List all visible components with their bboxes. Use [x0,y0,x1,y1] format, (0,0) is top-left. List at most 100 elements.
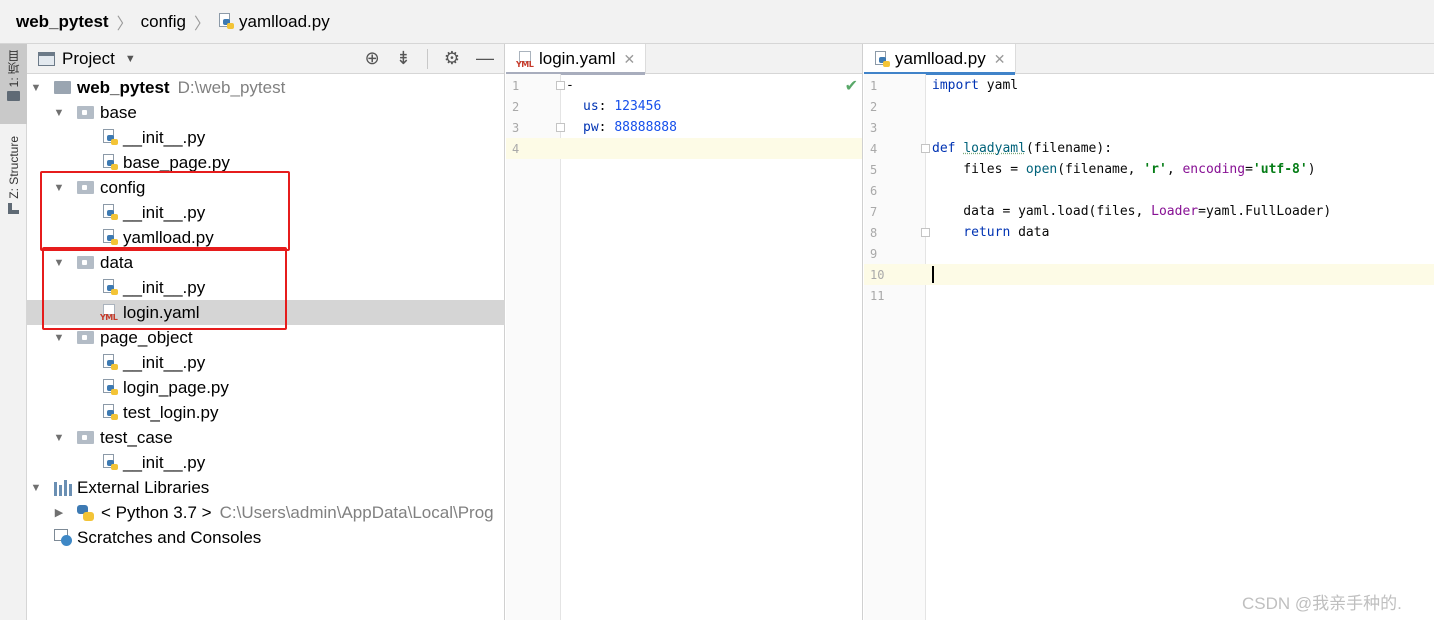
string-literal: 'r' [1143,162,1167,177]
tree-node-data[interactable]: ▼ data [27,250,505,275]
package-folder-icon [77,256,94,269]
tree-node-po-test-login[interactable]: test_login.py [27,400,505,425]
code-line: 2 us: 123456 [512,99,662,114]
package-folder-icon [77,331,94,344]
tree-node-base-init[interactable]: __init__.py [27,125,505,150]
chevron-down-icon[interactable]: ▼ [125,53,136,65]
code-area[interactable]: 1 import yaml 2 3 4 def loadyaml(filenam… [864,74,1434,620]
keyword: import [932,78,979,93]
code-area[interactable]: ✔ 1 - 2 us: 123456 3 pw: 88888888 4 [506,74,862,620]
tree-node-test-case[interactable]: ▼ test_case [27,425,505,450]
code-line: 1 import yaml [864,75,1434,96]
tree-label: login.yaml [123,302,200,322]
expand-arrow-icon[interactable]: ▼ [53,182,65,194]
tree-node-tc-init[interactable]: __init__.py [27,450,505,475]
tree-node-data-init[interactable]: __init__.py [27,275,505,300]
tree-node-python-sdk[interactable]: ▶ < Python 3.7 > C:\Users\admin\AppData\L… [27,500,505,525]
close-icon[interactable]: ✕ [624,51,636,68]
tree-node-config[interactable]: ▼ config [27,175,505,200]
tree-node-config-yamlload[interactable]: yamlload.py [27,225,505,250]
python-file-icon [102,229,118,246]
tab-login-yaml[interactable]: YML login.yaml ✕ [506,44,647,75]
tree-node-root[interactable]: ▼ web_pytest D:\web_pytest [27,75,505,100]
code-text: = [1245,162,1253,177]
python-file-icon [102,354,118,371]
line-number: 4 [870,141,878,156]
code-line-current: 4 [506,138,862,159]
tree-node-scratches[interactable]: Scratches and Consoles [27,525,505,550]
breadcrumb-file-label: yamlload.py [239,11,330,31]
fold-marker-icon[interactable] [921,144,930,153]
tree-node-po-init[interactable]: __init__.py [27,350,505,375]
keyword-argument: Loader [1151,204,1199,219]
python-file-icon [102,129,118,146]
hide-panel-icon[interactable]: — [476,48,494,69]
tree-label: __init__.py [123,277,206,297]
tree-node-base-page[interactable]: base_page.py [27,150,505,175]
python-file-icon [102,404,118,421]
line-number: 6 [870,183,878,198]
function-name: loadyaml [963,141,1026,156]
string-literal: 'utf-8' [1252,162,1308,177]
yaml-key: us [583,99,599,114]
fold-marker-icon[interactable] [556,123,565,132]
gear-icon[interactable]: ⚙ [444,48,460,69]
structure-tool-button[interactable]: Z: Structure [0,136,27,236]
code-line: 6 [864,180,1434,201]
builtin-name: open [1025,162,1058,177]
tree-label: __init__.py [123,352,206,372]
expand-arrow-icon[interactable]: ▼ [53,332,65,344]
expand-arrow-icon[interactable]: ▶ [53,506,65,519]
editor-tab-bar: yamlload.py ✕ [864,44,1434,75]
expand-arrow-icon[interactable]: ▼ [53,257,65,269]
tree-node-config-init[interactable]: __init__.py [27,200,505,225]
tree-label: __init__.py [123,452,206,472]
yaml-key: pw [583,120,599,135]
expand-arrow-icon[interactable]: ▼ [30,82,42,94]
python-file-icon [102,454,118,471]
code-text: data = yaml.load(files, [932,204,1152,219]
line-number: 3 [870,120,878,135]
code-line: 11 [864,285,1434,306]
tab-yamlload-py[interactable]: yamlload.py ✕ [864,44,1017,75]
tree-label: __init__.py [123,127,206,147]
project-tool-button[interactable]: 1: 项目 [0,44,27,124]
tree-node-page-object[interactable]: ▼ page_object [27,325,505,350]
collapse-all-icon[interactable]: ⇟ [396,48,411,69]
breadcrumb-folder[interactable]: config [141,12,186,32]
breadcrumb-project[interactable]: web_pytest [16,12,109,32]
library-icon [54,479,72,496]
fold-marker-icon[interactable] [556,81,565,90]
tree-node-external-libraries[interactable]: ▼ External Libraries [27,475,505,500]
line-number: 2 [512,99,520,114]
yaml-value: 123456 [614,99,662,114]
code-text: , [1166,162,1183,177]
sdk-path: C:\Users\admin\AppData\Local\Prog [219,502,494,522]
expand-arrow-icon[interactable]: ▼ [53,107,65,119]
close-icon[interactable]: ✕ [994,51,1006,68]
editor-yamlload-py: yamlload.py ✕ 1 import yaml 2 3 4 def lo… [864,44,1434,620]
code-line: 3 pw: 88888888 [512,120,677,135]
project-view-title[interactable]: Project [62,49,115,69]
expand-arrow-icon[interactable]: ▼ [53,432,65,444]
line-number: 1 [512,78,520,93]
python-file-icon [102,279,118,296]
code-text: files = [932,162,1026,177]
expand-arrow-icon[interactable]: ▼ [30,482,42,494]
tree-label: page_object [100,327,193,347]
tree-label: base_page.py [123,152,230,172]
tree-label: test_login.py [123,402,219,422]
root-path: D:\web_pytest [177,77,286,97]
tree-label: __init__.py [123,202,206,222]
fold-marker-icon[interactable] [921,228,930,237]
toolbar-divider [426,48,428,69]
locate-icon[interactable]: ⊕ [365,48,380,69]
breadcrumb-file[interactable]: yamlload.py [218,12,330,32]
tree-node-po-login-page[interactable]: login_page.py [27,375,505,400]
tool-window-strip: 1: 项目 Z: Structure [0,44,27,620]
navigation-breadcrumb: web_pytest 〉 config 〉 yamlload.py [0,0,1434,44]
tree-node-base[interactable]: ▼ base [27,100,505,125]
tree-node-data-login-yaml[interactable]: YML login.yaml [27,300,505,325]
tree-label: test_case [100,427,173,447]
python-sdk-icon [77,504,95,522]
